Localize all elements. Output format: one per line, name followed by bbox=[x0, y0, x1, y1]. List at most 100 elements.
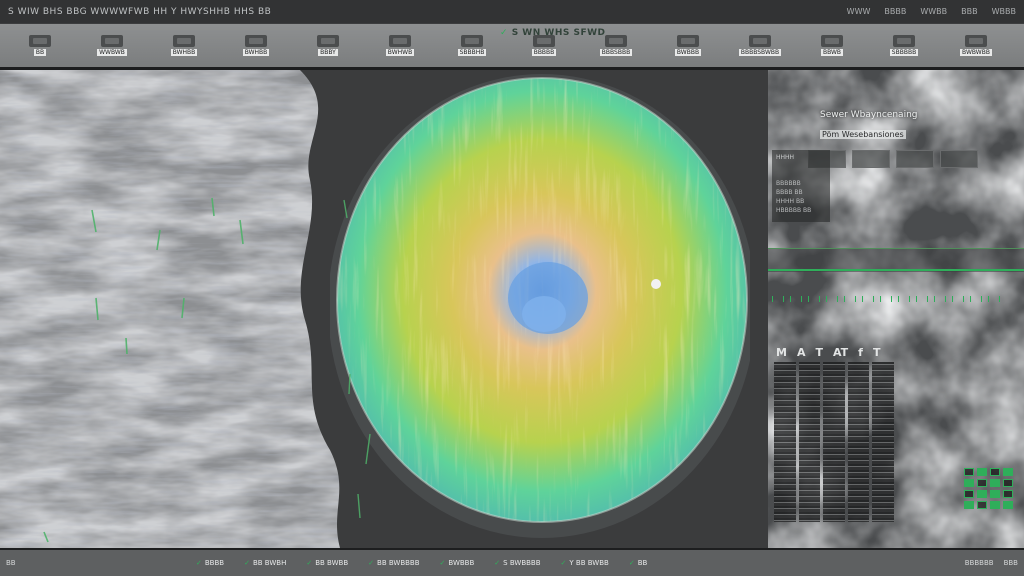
status-indicator bbox=[977, 490, 987, 498]
menu-item[interactable]: BBBB bbox=[884, 7, 906, 16]
toolbar-title: ✓ S WN WHS SFWD bbox=[500, 28, 606, 38]
data-column bbox=[872, 362, 894, 522]
panel-tab[interactable] bbox=[852, 150, 890, 168]
title-bar: S WIW BHS BBG WWWWFWB HH Y HWYSHHB HHS B… bbox=[0, 0, 1024, 24]
status-indicator bbox=[1003, 490, 1013, 498]
toolbar-button-10[interactable]: BBBBSBWBB bbox=[724, 26, 796, 66]
toolbar-button-2[interactable]: BWHBB bbox=[148, 26, 220, 66]
status-item-label: BWBBB bbox=[448, 559, 475, 567]
menu-item[interactable]: WBBB bbox=[992, 7, 1016, 16]
check-icon: ✓ bbox=[306, 559, 313, 567]
status-indicator bbox=[1003, 479, 1013, 487]
toolbar-button-label: BWHWB bbox=[385, 49, 415, 56]
main-viewport[interactable]: Sewer Wbayncenaing Pöm Wesebansiones HHH… bbox=[0, 70, 1024, 548]
range-marker bbox=[790, 296, 802, 302]
satellite-icon bbox=[749, 35, 771, 47]
pressure-icon bbox=[605, 35, 627, 47]
toolbar-button-6[interactable]: SBBBHB bbox=[436, 26, 508, 66]
status-indicator bbox=[990, 479, 1000, 487]
terrain-map[interactable] bbox=[0, 70, 370, 548]
status-item[interactable]: ✓ BBBB bbox=[196, 559, 224, 567]
range-markers bbox=[768, 296, 1024, 302]
globe-visualization[interactable] bbox=[330, 74, 750, 540]
status-indicator bbox=[964, 468, 974, 476]
status-indicator bbox=[1003, 501, 1013, 509]
status-item-label: BB BWBH bbox=[252, 559, 287, 567]
timeline-slider[interactable] bbox=[768, 248, 1024, 272]
check-icon: ✓ bbox=[628, 559, 635, 567]
export-icon bbox=[893, 35, 915, 47]
status-item[interactable]: ✓ BB BWBB bbox=[306, 559, 348, 567]
status-indicator bbox=[977, 479, 987, 487]
status-right-text: BBBBBB bbox=[964, 559, 994, 567]
toolbar-title-text: S WN WHS SFWD bbox=[511, 28, 606, 38]
status-item-label: S BWBBBB bbox=[503, 559, 541, 567]
toolbar-button-label: BWBWBB bbox=[960, 49, 992, 56]
help-icon bbox=[965, 35, 987, 47]
info-panel: Sewer Wbayncenaing Pöm Wesebansiones HHH… bbox=[768, 70, 1024, 548]
symbol-button[interactable]: M bbox=[776, 346, 787, 359]
toolbar-button-5[interactable]: BWHWB bbox=[364, 26, 436, 66]
status-indicator bbox=[977, 468, 987, 476]
status-item[interactable]: ✓ BB BWBH bbox=[244, 559, 286, 567]
status-item[interactable]: ✓ BWBBB bbox=[440, 559, 475, 567]
status-item-label: Y BB BWBB bbox=[569, 559, 609, 567]
layers-icon bbox=[29, 35, 51, 47]
toolbar-button-0[interactable]: BB bbox=[4, 26, 76, 66]
toolbar-button-3[interactable]: BWHBB bbox=[220, 26, 292, 66]
settings-icon bbox=[821, 35, 843, 47]
panel-tabs bbox=[808, 150, 978, 168]
status-left: BB bbox=[6, 559, 16, 567]
menu-item[interactable]: WWW bbox=[847, 7, 871, 16]
toolbar-button-4[interactable]: BBBY bbox=[292, 26, 364, 66]
panel-tab[interactable] bbox=[896, 150, 934, 168]
toolbar-button-1[interactable]: WWBWB bbox=[76, 26, 148, 66]
status-item[interactable]: ✓ Y BB BWBB bbox=[561, 559, 609, 567]
check-icon: ✓ bbox=[196, 559, 202, 567]
panel-tab[interactable] bbox=[940, 150, 978, 168]
toolbar-button-label: SBBBHB bbox=[457, 49, 487, 56]
symbol-button[interactable]: f bbox=[858, 346, 863, 359]
stat-line: HHHH BB bbox=[776, 198, 805, 205]
panel-title: Sewer Wbayncenaing bbox=[820, 110, 918, 120]
status-item[interactable]: ✓ S BWBBBB bbox=[494, 559, 540, 567]
status-item[interactable]: ✓ BB bbox=[629, 559, 647, 567]
menu-item[interactable]: BBB bbox=[961, 7, 977, 16]
status-item[interactable]: ✓ BB BWBBBB bbox=[368, 559, 419, 567]
symbol-button[interactable]: AT bbox=[833, 346, 848, 359]
range-marker bbox=[772, 296, 784, 302]
indicator-grid bbox=[964, 468, 1018, 509]
range-marker bbox=[916, 296, 928, 302]
panel-subtitle: Pöm Wesebansiones bbox=[820, 130, 906, 139]
symbol-button[interactable]: A bbox=[797, 346, 806, 359]
toolbar-button-9[interactable]: BWBBB bbox=[652, 26, 724, 66]
check-icon: ✓ bbox=[368, 559, 375, 567]
window-menu: WWW BBBB WWBB BBB WBBB bbox=[847, 7, 1016, 16]
toolbar-button-11[interactable]: BBWB bbox=[796, 26, 868, 66]
status-item-label: BB BWBB bbox=[315, 559, 349, 567]
chart-icon bbox=[245, 35, 267, 47]
range-marker bbox=[988, 296, 1000, 302]
symbol-button[interactable]: T bbox=[873, 346, 881, 359]
toolbar-button-12[interactable]: SBBBBB bbox=[868, 26, 940, 66]
menu-item[interactable]: WWBB bbox=[920, 7, 947, 16]
radar-icon bbox=[389, 35, 411, 47]
symbol-button[interactable]: T bbox=[815, 346, 823, 359]
stat-line: HBBBBB BB bbox=[776, 207, 812, 214]
data-column bbox=[774, 362, 796, 522]
status-indicator bbox=[964, 501, 974, 509]
wind-icon bbox=[461, 35, 483, 47]
stat-line: BBBB BB bbox=[776, 189, 803, 196]
status-indicator bbox=[977, 501, 987, 509]
range-marker bbox=[862, 296, 874, 302]
globe-icon bbox=[317, 35, 339, 47]
toolbar-button-label: BBWB bbox=[820, 49, 844, 56]
range-marker bbox=[844, 296, 856, 302]
status-indicator bbox=[1003, 468, 1013, 476]
status-right: BBBBBB BBB bbox=[965, 559, 1018, 567]
status-item-label: BBBB bbox=[204, 559, 225, 567]
status-indicator bbox=[990, 501, 1000, 509]
status-item-label: BB BWBBBB bbox=[377, 559, 420, 567]
status-indicator bbox=[990, 468, 1000, 476]
toolbar-button-13[interactable]: BWBWBB bbox=[940, 26, 1012, 66]
